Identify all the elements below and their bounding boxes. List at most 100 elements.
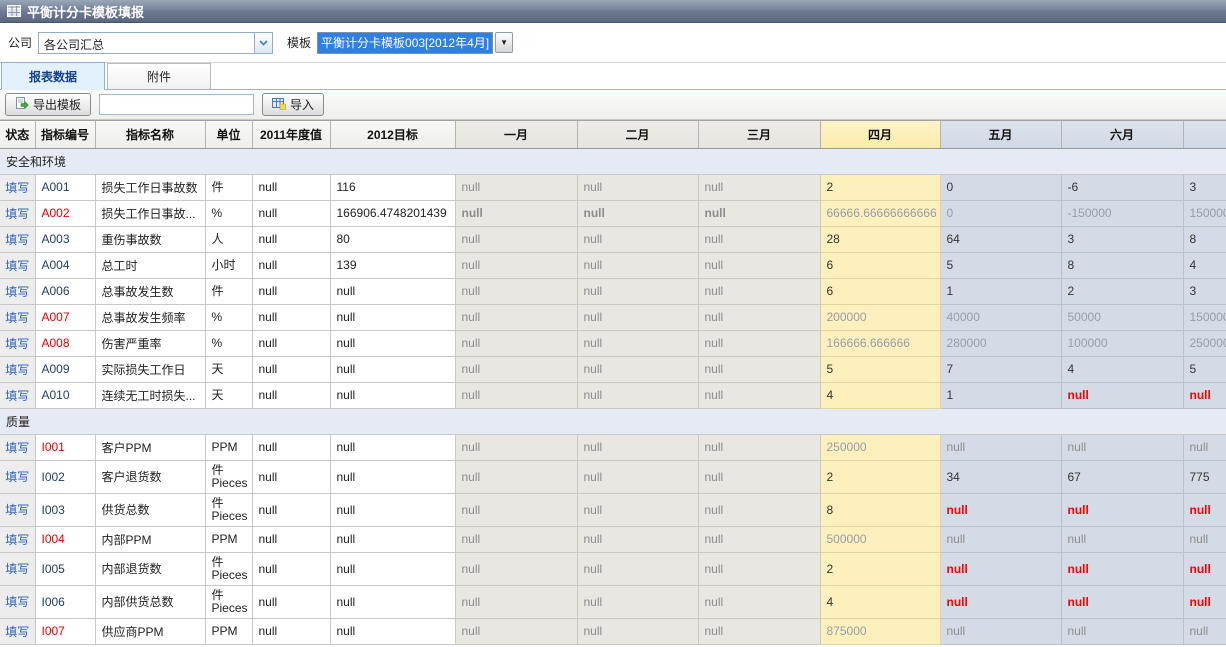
dropdown-arrow-icon[interactable]: ▼ [495,32,513,53]
column-header-may[interactable]: 五月 [940,121,1061,148]
column-header-apr[interactable]: 四月 [820,121,940,148]
month-value-jan: null [455,174,577,200]
indicator-row: 填写A010连续无工时损失...天nullnullnullnullnull41n… [0,382,1226,408]
column-header-jun[interactable]: 六月 [1061,121,1183,148]
indicator-row: 填写A007总事故发生频率%nullnullnullnullnull200000… [0,304,1226,330]
tab-attachments[interactable]: 附件 [107,63,211,89]
column-header-y2011[interactable]: 2011年度值 [252,121,330,148]
month-value-jul: null [1183,493,1226,526]
indicator-row: 填写A009实际损失工作日天nullnullnullnullnull5745 [0,356,1226,382]
fill-link[interactable]: 填写 [5,389,29,403]
export-template-button[interactable]: 导出模板 [5,93,91,116]
month-value-apr: 200000 [820,304,940,330]
month-value-feb: null [577,434,698,460]
indicator-code: A010 [35,382,95,408]
indicator-unit: 小时 [205,252,252,278]
target-2012: null [330,304,455,330]
month-value-jul: null [1183,434,1226,460]
status-cell: 填写 [0,382,35,408]
fill-link[interactable]: 填写 [5,470,29,484]
fill-link[interactable]: 填写 [5,363,29,377]
chevron-down-icon[interactable] [254,33,272,53]
fill-link[interactable]: 填写 [5,533,29,547]
column-header-feb[interactable]: 二月 [577,121,698,148]
month-value-jan: null [455,493,577,526]
month-value-jan: null [455,304,577,330]
value-2011: null [252,493,330,526]
page-title: 平衡计分卡模板填报 [27,2,144,21]
tab-report-data[interactable]: 报表数据 [1,62,105,90]
month-value-feb: null [577,552,698,585]
month-value-apr: 875000 [820,618,940,644]
month-value-feb: null [577,226,698,252]
column-header-jan[interactable]: 一月 [455,121,577,148]
status-cell: 填写 [0,304,35,330]
fill-link[interactable]: 填写 [5,441,29,455]
status-cell: 填写 [0,434,35,460]
indicator-row: 填写A004总工时小时null139nullnullnull6584 [0,252,1226,278]
column-header-unit[interactable]: 单位 [205,121,252,148]
month-value-feb: null [577,526,698,552]
fill-link[interactable]: 填写 [5,625,29,639]
indicator-code: I004 [35,526,95,552]
fill-link[interactable]: 填写 [5,181,29,195]
month-value-jan: null [455,618,577,644]
column-header-status[interactable]: 状态 [0,121,35,148]
month-value-jun: null [1061,618,1183,644]
template-select[interactable]: 平衡计分卡模板003[2012年4月] ▼ [317,32,513,54]
indicator-unit: % [205,330,252,356]
grid-toolbar: 导出模板 导入 [0,90,1226,120]
import-button-label: 导入 [290,96,314,113]
column-header-target2012[interactable]: 2012目标 [330,121,455,148]
month-value-jan: null [455,552,577,585]
indicator-code: A002 [35,200,95,226]
indicator-row: 填写I002客户退货数件Piecesnullnullnullnullnull23… [0,460,1226,493]
month-value-may: 40000 [940,304,1061,330]
month-value-feb: null [577,252,698,278]
month-value-may: 280000 [940,330,1061,356]
month-value-mar: null [698,226,820,252]
fill-link[interactable]: 填写 [5,233,29,247]
indicator-row: 填写A001损失工作日事故数件null116nullnullnull20-63 [0,174,1226,200]
month-value-jul: 5 [1183,356,1226,382]
month-value-may: null [940,618,1061,644]
month-value-feb: null [577,460,698,493]
indicator-name: 总工时 [95,252,205,278]
month-value-jul: null [1183,382,1226,408]
fill-link[interactable]: 填写 [5,337,29,351]
month-value-jun: null [1061,552,1183,585]
scorecard-table: 状态指标编号指标名称单位2011年度值2012目标一月二月三月四月五月六月 安全… [0,121,1226,645]
month-value-mar: null [698,330,820,356]
column-header-mar[interactable]: 三月 [698,121,820,148]
fill-link[interactable]: 填写 [5,311,29,325]
month-value-jan: null [455,434,577,460]
import-file-input[interactable] [99,94,254,115]
fill-link[interactable]: 填写 [5,259,29,273]
fill-link[interactable]: 填写 [5,285,29,299]
indicator-name: 总事故发生频率 [95,304,205,330]
fill-link[interactable]: 填写 [5,562,29,576]
indicator-unit: PPM [205,526,252,552]
month-value-feb: null [577,585,698,618]
month-value-jan: null [455,226,577,252]
grid-header-row: 状态指标编号指标名称单位2011年度值2012目标一月二月三月四月五月六月 [0,121,1226,148]
fill-link[interactable]: 填写 [5,207,29,221]
value-2011: null [252,618,330,644]
month-value-mar: null [698,252,820,278]
import-button[interactable]: 导入 [262,93,324,116]
column-header-name[interactable]: 指标名称 [95,121,205,148]
month-value-apr: 166666.666666 [820,330,940,356]
month-value-feb: null [577,356,698,382]
month-value-feb: null [577,330,698,356]
indicator-name: 总事故发生数 [95,278,205,304]
column-header-jul[interactable] [1183,121,1226,148]
column-header-code[interactable]: 指标编号 [35,121,95,148]
group-row: 质量 [0,408,1226,434]
fill-link[interactable]: 填写 [5,503,29,517]
company-combobox[interactable]: 各公司汇总 [38,32,273,54]
value-2011: null [252,585,330,618]
month-value-jul: null [1183,585,1226,618]
month-value-jan: null [455,585,577,618]
month-value-apr: 66666.66666666666 [820,200,940,226]
fill-link[interactable]: 填写 [5,595,29,609]
